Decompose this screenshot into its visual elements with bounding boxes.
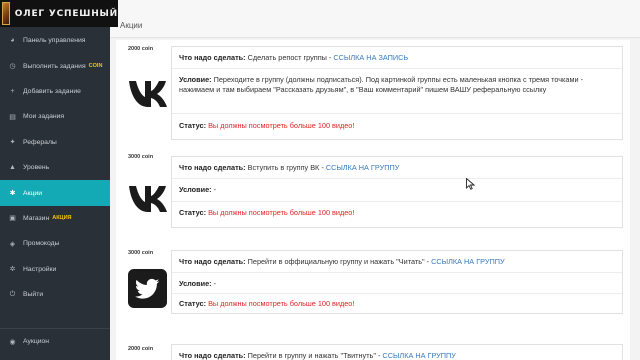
- task-card: 2000 coin Что надо сделать: Перейти в гр…: [116, 340, 630, 360]
- task-what: Что надо сделать: Вступить в группу ВК -…: [179, 163, 614, 173]
- task-panel: Что надо сделать: Вступить в группу ВК -…: [171, 156, 623, 228]
- what-text: Перейти в группу и нажать "Твитнуть" -: [247, 351, 383, 360]
- sidebar-item-level[interactable]: ▲ Уровень: [0, 155, 110, 180]
- vk-icon[interactable]: [128, 178, 168, 218]
- settings-icon: ✲: [9, 266, 16, 274]
- task-what: Что надо сделать: Перейти в группу и наж…: [179, 351, 614, 360]
- what-label: Что надо сделать:: [179, 163, 246, 172]
- sidebar-item-auction[interactable]: ◉ Аукцион: [0, 329, 110, 354]
- auction-icon: ◉: [9, 338, 16, 346]
- sidebar-item-shop[interactable]: ▣ Магазин АКЦИЯ: [0, 206, 110, 231]
- sidebar-item-promocodes[interactable]: ◈ Промокоды: [0, 231, 110, 256]
- sidebar-item-label: Промокоды: [23, 240, 60, 248]
- condition-label: Условие:: [179, 185, 212, 194]
- status-label: Статус:: [179, 121, 207, 130]
- status-label: Статус:: [179, 208, 207, 217]
- what-label: Что надо сделать:: [179, 53, 246, 62]
- what-label: Что надо сделать:: [179, 351, 246, 360]
- task-link[interactable]: ССЫЛКА НА ГРУППУ: [431, 257, 505, 266]
- status-text: Вы должны посмотреть больше 100 видео!: [208, 208, 355, 217]
- task-price: 2000 coin: [128, 46, 154, 52]
- what-text: Сделать репост группы -: [247, 53, 334, 62]
- avatar: [2, 2, 10, 25]
- users-icon: ✦: [9, 139, 16, 147]
- sidebar-item-settings[interactable]: ✲ Настройки: [0, 257, 110, 282]
- sidebar-item-label: Добавить задание: [23, 87, 81, 95]
- page-title: Акции: [120, 21, 143, 30]
- task-what: Что надо сделать: Сделать репост группы …: [179, 53, 614, 63]
- task-price: 3000 coin: [128, 250, 154, 256]
- sidebar-item-dashboard[interactable]: ◕ Панель управления: [0, 28, 110, 53]
- promo-badge: АКЦИЯ: [52, 215, 72, 222]
- task-card: 3000 coin Что надо сделать: Вступить в г…: [116, 148, 630, 238]
- sidebar-item-label: Рефералы: [23, 138, 57, 146]
- task-status: Статус: Вы должны посмотреть больше 100 …: [179, 208, 614, 218]
- sidebar-item-label: Магазин: [23, 214, 50, 222]
- level-icon: ▲: [9, 164, 16, 172]
- what-text: Перейти в оффициальную группу и нажать "…: [247, 257, 432, 266]
- logo-text: ОЛЕГ УСПЕШНЫЙ: [14, 8, 118, 19]
- tasks-icon: ◷: [9, 63, 16, 71]
- sidebar-item-promotions[interactable]: ✱ Акции: [0, 180, 110, 206]
- condition-text: -: [213, 279, 217, 288]
- vk-icon[interactable]: [128, 73, 168, 113]
- task-price: 2000 coin: [128, 346, 154, 352]
- task-panel: Что надо сделать: Сделать репост группы …: [171, 46, 623, 140]
- sidebar-item-my-tasks[interactable]: ▤ Мои задания: [0, 104, 110, 129]
- sidebar: ◕ Панель управления ◷ Выполнить задания …: [0, 0, 110, 360]
- dashboard-icon: ◕: [10, 37, 15, 45]
- condition-label: Условие:: [179, 75, 212, 84]
- task-link[interactable]: ССЫЛКА НА ЗАПИСЬ: [333, 53, 408, 62]
- promo-icon: ◈: [9, 240, 16, 248]
- logo[interactable]: ОЛЕГ УСПЕШНЫЙ: [0, 0, 118, 27]
- status-text: Вы должны посмотреть больше 100 видео!: [208, 121, 355, 130]
- status-text: Вы должны посмотреть больше 100 видео!: [208, 299, 355, 308]
- task-status: Статус: Вы должны посмотреть больше 100 …: [179, 299, 614, 309]
- logout-icon: ⏻: [9, 290, 16, 298]
- sidebar-item-label: Выполнить задания: [23, 62, 86, 70]
- what-label: Что надо сделать:: [179, 257, 246, 266]
- shop-icon: ▣: [9, 215, 16, 223]
- sidebar-item-label: Настройки: [23, 265, 57, 273]
- twitter-icon[interactable]: [128, 269, 167, 308]
- plus-icon: +: [10, 87, 15, 95]
- sidebar-bottom: ◉ Аукцион: [0, 328, 110, 354]
- task-condition: Условие: Переходите в группу (должны под…: [179, 75, 614, 94]
- status-label: Статус:: [179, 299, 207, 308]
- task-panel: Что надо сделать: Перейти в оффициальную…: [171, 250, 623, 314]
- sidebar-item-label: Акции: [23, 189, 42, 197]
- sidebar-item-label: Мои задания: [23, 113, 65, 121]
- task-card: 3000 coin Что надо сделать: Перейти в оф…: [116, 244, 630, 336]
- sidebar-menu: ◕ Панель управления ◷ Выполнить задания …: [0, 28, 110, 307]
- task-condition: Условие: -: [179, 185, 614, 195]
- sidebar-item-add-task[interactable]: + Добавить задание: [0, 79, 110, 104]
- coin-badge: COIN: [88, 63, 103, 70]
- sidebar-item-label: Уровень: [23, 164, 50, 172]
- task-link[interactable]: ССЫЛКА НА ГРУППУ: [326, 163, 400, 172]
- sidebar-item-label: Аукцион: [23, 338, 50, 346]
- task-card: 2000 coin Что надо сделать: Сделать репо…: [116, 40, 630, 148]
- mouse-cursor-icon: [466, 178, 475, 190]
- task-status: Статус: Вы должны посмотреть больше 100 …: [179, 121, 614, 131]
- sidebar-item-referrals[interactable]: ✦ Рефералы: [0, 130, 110, 155]
- sidebar-item-do-tasks[interactable]: ◷ Выполнить задания COIN: [0, 53, 110, 78]
- condition-label: Условие:: [179, 279, 212, 288]
- task-panel: Что надо сделать: Перейти в группу и наж…: [171, 344, 623, 360]
- what-text: Вступить в группу ВК -: [247, 163, 326, 172]
- task-condition: Условие: -: [179, 279, 614, 289]
- task-list: 2000 coin Что надо сделать: Сделать репо…: [116, 40, 630, 360]
- task-price: 3000 coin: [128, 154, 154, 160]
- gift-icon: ✱: [9, 190, 16, 198]
- sidebar-item-logout[interactable]: ⏻ Выйти: [0, 282, 110, 307]
- condition-text: -: [213, 185, 217, 194]
- task-link[interactable]: ССЫЛКА НА ГРУППУ: [382, 351, 456, 360]
- condition-text: Переходите в группу (должны подписаться)…: [179, 75, 584, 94]
- sidebar-item-label: Выйти: [23, 291, 44, 299]
- list-icon: ▤: [9, 113, 16, 121]
- top-bar: Акции: [110, 0, 640, 38]
- task-what: Что надо сделать: Перейти в оффициальную…: [179, 257, 614, 267]
- sidebar-item-label: Панель управления: [23, 37, 86, 45]
